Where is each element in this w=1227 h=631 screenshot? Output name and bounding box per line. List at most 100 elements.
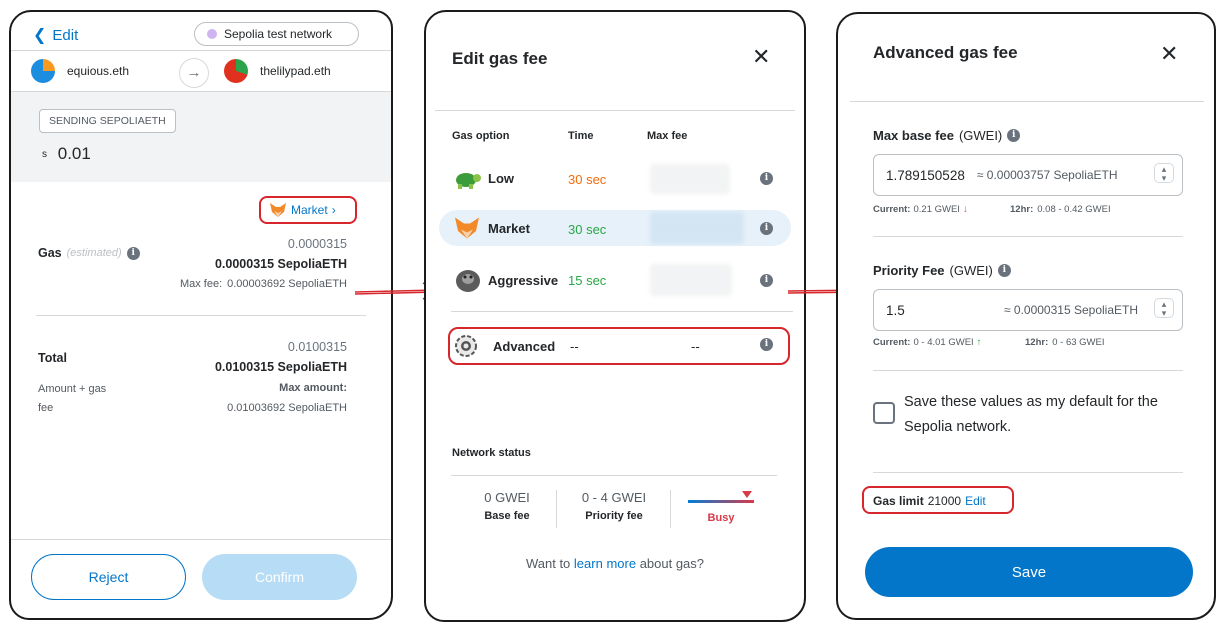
gas-label: Gas (38, 246, 62, 260)
current-priority-fee: Current: 0 - 4.01 GWEI ↑ (873, 337, 981, 348)
highlight-annotation (259, 196, 357, 224)
avatar (224, 59, 248, 83)
edit-gas-fee-panel: Edit gas fee ✕ Gas option Time Max fee L… (424, 10, 806, 622)
current-label: Current: (873, 337, 911, 348)
max-fee-blurred (650, 164, 730, 194)
col-gas-option: Gas option (452, 130, 510, 142)
gas-option-market[interactable]: Market 30 sec i (439, 210, 791, 246)
stepper-icon[interactable]: ▴ ▾ (1154, 298, 1174, 318)
avatar (31, 59, 55, 83)
info-icon[interactable]: i (760, 274, 773, 287)
turtle-icon (456, 173, 481, 189)
page-title: Edit gas fee (452, 49, 548, 68)
learn-more-text: Want to learn more about gas? (426, 556, 804, 571)
currency-symbol: s (42, 149, 47, 161)
divider (670, 490, 671, 528)
busy-meter (688, 490, 754, 504)
priority-fee-value: 0 - 4 GWEI (581, 490, 647, 505)
current-value: 0 - 4.01 GWEI (913, 337, 974, 348)
stepper-icon[interactable]: ▴ ▾ (1154, 163, 1174, 183)
base-fee-stat: 0 GWEI Base fee (467, 490, 547, 522)
network-status-label: Network status (452, 447, 531, 459)
highlight-annotation (448, 327, 790, 365)
reject-button[interactable]: Reject (31, 554, 186, 600)
save-default-text: Save these values as my default for the … (904, 394, 1158, 435)
to-account: thelilypad.eth (224, 59, 331, 83)
network-dot-icon (207, 29, 217, 39)
priority-fee-label: Priority Fee (873, 263, 945, 278)
info-icon[interactable]: i (760, 222, 773, 235)
max-fee-label: Max fee: (179, 278, 223, 290)
page-title: Advanced gas fee (873, 43, 1018, 62)
option-time: 30 sec (568, 222, 607, 237)
sending-badge: SENDING SEPOLIAETH (39, 109, 176, 133)
total-value: 0.0100315 (287, 340, 347, 354)
max-amount-label: Max amount: (279, 382, 347, 394)
back-label: Edit (52, 26, 79, 44)
amount-value: 0.01 (57, 144, 91, 163)
info-icon[interactable]: i (1007, 129, 1021, 142)
from-account-name: equious.eth (67, 64, 130, 78)
max-base-fee-input[interactable]: 1.789150528 ≈ 0.00003757 SepoliaETH ▴ ▾ (873, 154, 1183, 196)
save-default-checkbox[interactable] (873, 402, 895, 424)
amount-gas-line-2: fee (38, 402, 54, 414)
confirm-button[interactable]: Confirm (202, 554, 357, 600)
close-icon[interactable]: ✕ (752, 44, 770, 70)
max-base-fee-unit: (GWEI) (958, 128, 1003, 143)
base-fee-value: 0 GWEI (484, 490, 530, 505)
hr12-base-fee: 12hr: 0.08 - 0.42 GWEI (1010, 204, 1111, 215)
priority-fee-label-row: Priority Fee (GWEI) i (873, 263, 1011, 278)
hr12-priority-fee: 12hr: 0 - 63 GWEI (1025, 337, 1105, 348)
current-label: Current: (873, 204, 911, 215)
base-fee-label: Base fee (484, 510, 530, 522)
to-account-name: thelilypad.eth (260, 64, 331, 78)
arrow-down-icon: ↓ (962, 204, 968, 215)
max-fee-blurred (650, 264, 732, 296)
advanced-gas-fee-panel: Advanced gas fee ✕ Max base fee (GWEI) i… (836, 12, 1216, 620)
close-icon[interactable]: ✕ (1160, 41, 1178, 67)
amount-gas-label: Amount + gas fee (38, 383, 106, 414)
priority-fee-label: Priority fee (585, 510, 643, 522)
info-icon[interactable]: i (760, 172, 773, 185)
max-fee-row: Max fee: 0.00003692 SepoliaETH (180, 278, 347, 290)
priority-fee-conversion: ≈ 0.0000315 SepoliaETH (1003, 303, 1138, 317)
network-pill[interactable]: Sepolia test network (194, 22, 359, 46)
max-amount-value: 0.01003692 SepoliaETH (227, 402, 347, 414)
priority-fee-input[interactable]: 1.5 ≈ 0.0000315 SepoliaETH ▴ ▾ (873, 289, 1183, 331)
gas-option-low[interactable]: Low 30 sec i (442, 162, 792, 196)
max-fee-value: 0.00003692 SepoliaETH (227, 278, 347, 290)
gorilla-icon (456, 270, 480, 292)
hr12-value: 0 - 63 GWEI (1052, 337, 1105, 348)
info-icon[interactable]: i (997, 264, 1011, 277)
gas-value-bold: 0.0000315 SepoliaETH (214, 257, 347, 271)
hr12-label: 12hr: (1025, 337, 1049, 348)
current-base-fee: Current: 0.21 GWEI ↓ (873, 204, 968, 215)
col-max-fee: Max fee (647, 130, 688, 142)
current-value: 0.21 GWEI (913, 204, 960, 215)
amount-gas-line-1: Amount + gas (38, 383, 107, 395)
save-button[interactable]: Save (865, 547, 1193, 597)
max-base-fee-label: Max base fee (873, 128, 954, 143)
priority-fee-unit: (GWEI) (949, 263, 993, 278)
col-time: Time (568, 130, 594, 142)
info-icon[interactable]: i (126, 246, 140, 260)
total-value-bold: 0.0100315 SepoliaETH (214, 360, 347, 374)
total-label: Total (38, 351, 67, 365)
gas-option-aggressive[interactable]: Aggressive 15 sec i (442, 262, 792, 298)
gas-value: 0.0000315 (287, 237, 347, 251)
gas-row-label: Gas (estimated) i (38, 246, 140, 260)
back-button[interactable]: ❮ Edit (33, 25, 78, 45)
hr12-value: 0.08 - 0.42 GWEI (1037, 204, 1111, 215)
hr12-label: 12hr: (1010, 204, 1034, 215)
busy-label: Busy (707, 512, 735, 524)
arrow-right-icon: → (179, 58, 209, 88)
amount-display: s 0.01 (42, 144, 91, 164)
learn-suffix: about gas? (639, 556, 705, 571)
chevron-left-icon: ❮ (33, 27, 47, 44)
learn-more-link[interactable]: learn more (574, 556, 636, 571)
option-time: 30 sec (568, 172, 607, 187)
priority-fee-value: 1.5 (886, 302, 905, 318)
network-label: Sepolia test network (224, 27, 333, 41)
confirm-transaction-panel: ❮ Edit Sepolia test network equious.eth … (9, 10, 393, 620)
sending-section: SENDING SEPOLIAETH s 0.01 (11, 92, 391, 182)
